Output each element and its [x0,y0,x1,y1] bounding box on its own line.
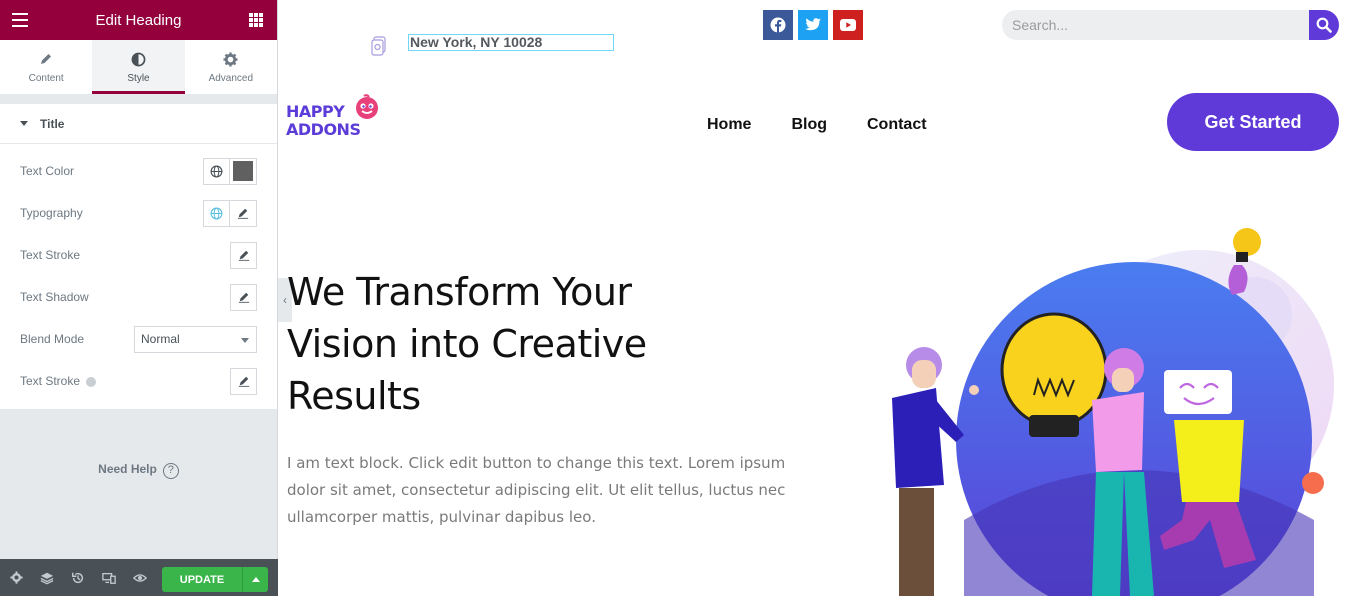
nav-item-blog[interactable]: Blog [791,116,827,134]
responsive-mode-icon[interactable] [101,570,117,586]
need-help-link[interactable]: Need Help? [0,462,277,479]
tab-style-label: Style [127,73,150,84]
settings-icon[interactable] [8,570,24,586]
screen: Edit Heading Content Style Advanced Titl… [0,0,1348,596]
blend-mode-value: Normal [141,332,180,346]
text-stroke-control: Text Stroke [0,234,277,276]
site-preview: New York, NY 10028 Search... HAPPY ADDON… [279,0,1348,596]
editor-panel: Edit Heading Content Style Advanced Titl… [0,0,278,596]
twitter-icon[interactable] [798,10,828,40]
smiley-logo-icon [356,94,378,119]
layers-icon[interactable] [39,570,55,586]
typography-label: Typography [20,206,83,220]
tab-advanced-label: Advanced [208,73,254,84]
pencil-icon [39,50,53,68]
need-help-label: Need Help [98,462,157,476]
tab-content-label: Content [28,73,64,84]
update-button[interactable]: UPDATE [162,567,242,592]
address-heading[interactable]: New York, NY 10028 [408,34,614,51]
tab-content[interactable]: Content [0,40,92,94]
color-swatch [233,161,253,181]
happy-addons-logo[interactable]: HAPPY ADDONS [286,94,386,142]
search-button[interactable] [1309,10,1339,40]
hero-illustration [892,228,1334,596]
nav-item-home[interactable]: Home [707,116,751,134]
blend-mode-control: Blend Mode Normal [0,318,277,360]
text-color-control: Text Color [0,150,277,192]
social-icons [763,10,863,40]
text-stroke-pro-edit-button[interactable] [230,367,257,395]
text-color-label: Text Color [20,164,75,178]
nav-item-contact[interactable]: Contact [867,116,927,134]
section-title: Title [40,116,65,131]
text-stroke-pro-label: Text Stroke [20,374,230,388]
global-typography-button[interactable] [203,199,230,227]
typography-control: Typography [0,192,277,234]
tab-advanced[interactable]: Advanced [185,40,277,94]
caret-down-icon [20,121,28,126]
tab-style[interactable]: Style [92,40,185,94]
get-started-button[interactable]: Get Started [1167,93,1339,151]
hamburger-menu-icon[interactable] [12,13,28,27]
panel-footer: UPDATE [0,559,278,596]
update-button-group: UPDATE [162,567,268,592]
chevron-down-icon [241,337,249,343]
pencil-icon [238,250,249,261]
pencil-icon [238,376,249,387]
caret-up-icon [251,577,260,582]
main-nav: Home Blog Contact [707,116,927,134]
blend-mode-select[interactable]: Normal [134,325,257,353]
globe-icon [210,207,223,219]
location-icon [371,36,387,56]
pencil-icon [238,292,249,303]
text-shadow-edit-button[interactable] [230,283,257,311]
panel-header: Edit Heading [0,0,277,40]
blend-mode-label: Blend Mode [20,332,85,346]
text-stroke-pro-control: Text Stroke [0,360,277,402]
text-color-picker[interactable] [230,157,257,185]
text-shadow-label: Text Shadow [20,290,89,304]
save-options-button[interactable] [242,567,268,592]
pencil-icon [237,208,249,219]
typography-edit-button[interactable] [230,199,257,227]
text-shadow-control: Text Shadow [0,276,277,318]
logo-line-1: HAPPY [286,102,345,121]
contrast-icon [131,50,146,68]
panel-title: Edit Heading [95,11,182,29]
globe-icon [210,165,223,177]
search-bar: Search... [1002,10,1339,40]
title-section: Title Text Color Typography Text Stroke … [0,104,277,409]
preview-eye-icon[interactable] [132,570,148,586]
text-stroke-label: Text Stroke [20,248,81,262]
hero-text[interactable]: I am text block. Click edit button to ch… [287,450,787,531]
history-icon[interactable] [70,570,86,586]
text-stroke-edit-button[interactable] [230,241,257,269]
youtube-icon[interactable] [833,10,863,40]
hero-heading[interactable]: We Transform Your Vision into Creative R… [287,266,747,422]
facebook-icon[interactable] [763,10,793,40]
search-input[interactable]: Search... [1002,17,1309,33]
logo-line-2: ADDONS [286,120,361,139]
panel-tabs: Content Style Advanced [0,40,277,95]
widgets-grid-icon[interactable] [249,13,263,27]
happy-addons-badge-icon [86,376,97,387]
question-icon: ? [162,463,179,479]
section-toggle[interactable]: Title [0,104,277,144]
global-colors-button[interactable] [203,157,230,185]
search-icon [1316,17,1332,33]
gear-icon [223,50,238,68]
